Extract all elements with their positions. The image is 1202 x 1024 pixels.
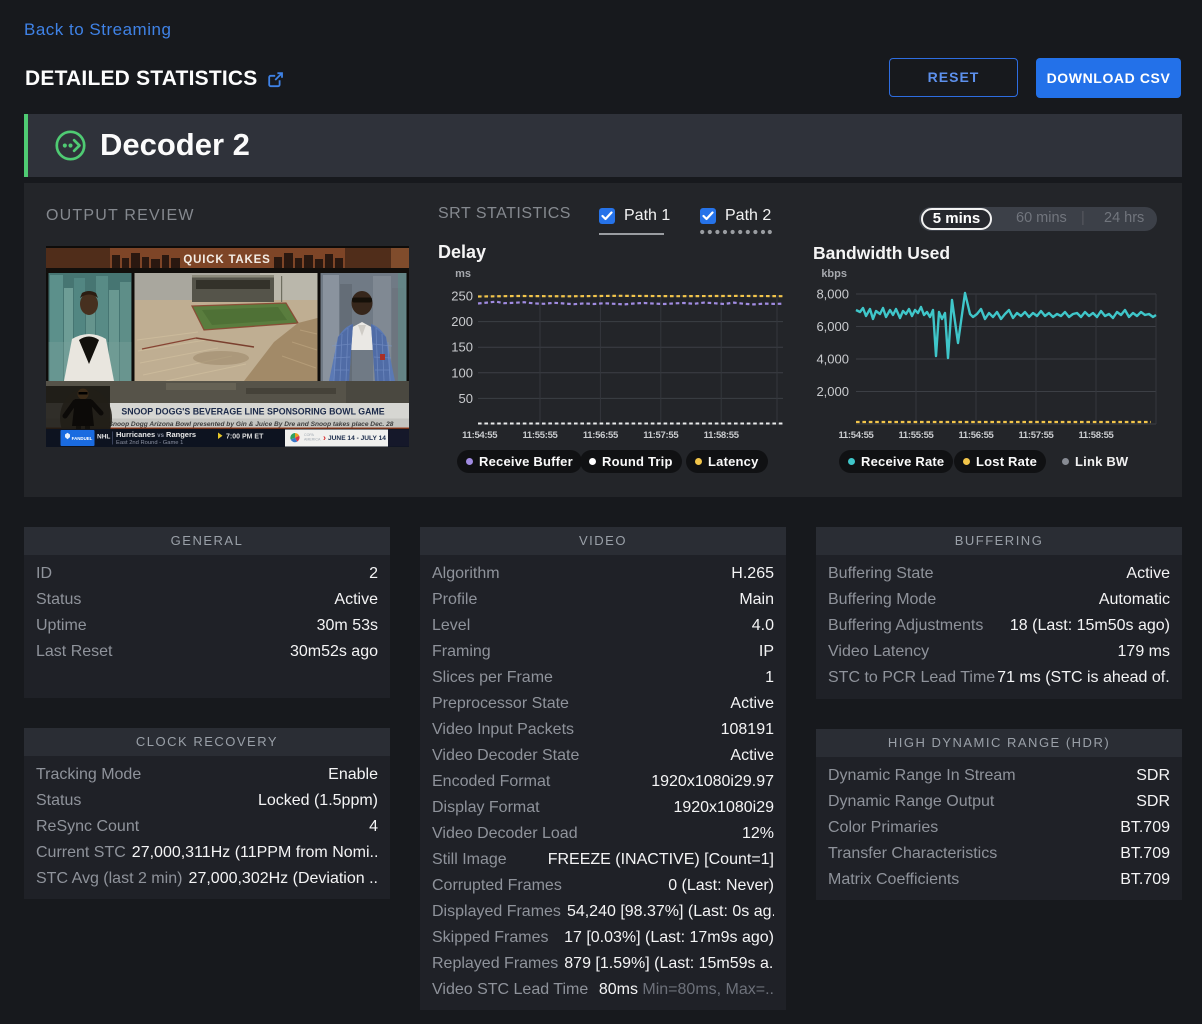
- svg-text:FANDUEL: FANDUEL: [72, 436, 93, 441]
- svg-text:2,000: 2,000: [816, 384, 849, 399]
- svg-text:100: 100: [451, 365, 473, 380]
- svg-text:8,000: 8,000: [816, 287, 849, 302]
- svg-text:11:56:55: 11:56:55: [958, 430, 994, 441]
- svg-text:11:54:55: 11:54:55: [838, 430, 874, 441]
- svg-text:AMERICA: AMERICA: [304, 438, 321, 442]
- svg-text:4,000: 4,000: [816, 352, 849, 367]
- svg-text:11:56:55: 11:56:55: [583, 430, 619, 441]
- svg-text:11:55:55: 11:55:55: [898, 430, 934, 441]
- svg-text:6,000: 6,000: [816, 319, 849, 334]
- svg-text:JUNE 14 - JULY 14: JUNE 14 - JULY 14: [328, 435, 386, 442]
- svg-text:›: ›: [323, 433, 326, 443]
- svg-text:QUICK TAKES: QUICK TAKES: [183, 254, 270, 266]
- svg-text:11:54:55: 11:54:55: [462, 430, 498, 441]
- svg-text:11:58:55: 11:58:55: [704, 430, 740, 441]
- svg-text:150: 150: [451, 340, 473, 355]
- svg-text:250: 250: [451, 289, 473, 304]
- svg-text:COPA: COPA: [304, 433, 315, 437]
- svg-text:Snoop Dogg Arizona Bowl presen: Snoop Dogg Arizona Bowl presented by Gin…: [109, 421, 394, 428]
- svg-text:11:55:55: 11:55:55: [522, 430, 558, 441]
- svg-text:East 2nd Round - Game 1: East 2nd Round - Game 1: [116, 440, 183, 446]
- svg-text:50: 50: [459, 391, 473, 406]
- svg-text:200: 200: [451, 314, 473, 329]
- svg-text:ms: ms: [455, 268, 471, 280]
- svg-text:SNOOP DOGG'S BEVERAGE LINE SPO: SNOOP DOGG'S BEVERAGE LINE SPONSORING BO…: [121, 407, 384, 417]
- svg-text:7:00 PM ET: 7:00 PM ET: [226, 434, 264, 441]
- svg-text:NHL: NHL: [97, 434, 110, 441]
- svg-text:11:57:55: 11:57:55: [1018, 430, 1054, 441]
- svg-text:Hurricanes vs Rangers: Hurricanes vs Rangers: [116, 430, 196, 439]
- svg-text:11:58:55: 11:58:55: [1078, 430, 1114, 441]
- svg-text:kbps: kbps: [821, 268, 847, 280]
- svg-text:11:57:55: 11:57:55: [643, 430, 679, 441]
